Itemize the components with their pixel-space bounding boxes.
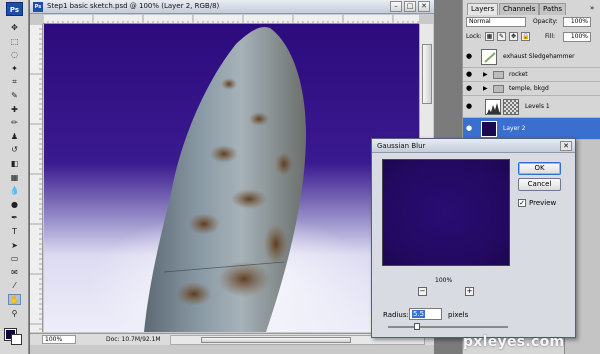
preview-label: Preview — [529, 199, 557, 207]
dodge-tool-icon[interactable]: ● — [8, 199, 21, 210]
ruler-ticks-top — [43, 15, 419, 23]
blur-preview-pane[interactable] — [382, 159, 510, 266]
layer-row[interactable]: ● Layer 2 — [463, 118, 600, 140]
blur-tool-icon[interactable]: 💧 — [8, 185, 21, 196]
document-size-info[interactable]: Doc: 10.7M/92.1M — [106, 336, 161, 343]
group-folder-icon — [493, 71, 504, 79]
minimize-button[interactable]: – — [390, 1, 402, 12]
lock-all-icon[interactable]: 🔒 — [521, 32, 530, 41]
fill-field[interactable]: 100% — [563, 32, 591, 42]
panel-menu-icon[interactable]: » — [590, 4, 594, 12]
radius-value: 5.5 — [412, 310, 426, 318]
zoom-tool-icon[interactable]: ⚲ — [8, 308, 21, 319]
type-tool-icon[interactable]: T — [8, 226, 21, 237]
zoom-out-button[interactable]: − — [418, 287, 427, 296]
radius-unit-label: pixels — [448, 311, 469, 319]
dialog-title: Gaussian Blur — [377, 142, 426, 150]
preview-zoom-level: 100% — [435, 277, 453, 284]
vertical-ruler[interactable] — [30, 24, 43, 332]
crop-tool-icon[interactable]: ⌗ — [8, 76, 21, 87]
radius-input[interactable]: 5.5 — [409, 308, 442, 320]
notes-tool-icon[interactable]: ✉ — [8, 267, 21, 278]
hammer-image — [144, 27, 306, 332]
zoom-in-button[interactable]: + — [465, 287, 474, 296]
radius-slider-track[interactable] — [388, 326, 508, 328]
layer-thumbnail — [481, 49, 497, 65]
expand-triangle-icon[interactable]: ▶ — [483, 85, 488, 92]
layer-name: exhaust Sledgehammer — [503, 53, 575, 60]
close-button[interactable]: ✕ — [418, 1, 430, 12]
zoom-level-field[interactable]: 100% — [42, 335, 76, 344]
gradient-tool-icon[interactable]: ▦ — [8, 172, 21, 183]
cancel-button[interactable]: Cancel — [518, 178, 561, 191]
visibility-eye-icon[interactable]: ● — [466, 53, 475, 60]
ruler-ticks-left — [30, 24, 42, 330]
layer-row[interactable]: ● ▶ temple, bkgd — [463, 82, 600, 96]
layer-name: rocket — [509, 71, 528, 78]
clone-stamp-tool-icon[interactable]: ♟ — [8, 131, 21, 142]
lock-label: Lock: — [466, 33, 482, 40]
visibility-eye-icon[interactable]: ● — [466, 71, 475, 78]
blend-mode-select[interactable]: Normal — [466, 17, 526, 27]
visibility-eye-icon[interactable]: ● — [466, 103, 475, 110]
opacity-field[interactable]: 100% — [563, 17, 591, 27]
shape-tool-icon[interactable]: ▭ — [8, 253, 21, 264]
radius-slider-thumb[interactable] — [413, 323, 420, 330]
fill-label: Fill: — [545, 33, 556, 40]
group-folder-icon — [493, 85, 504, 93]
ok-button[interactable]: OK — [518, 162, 561, 175]
levels-adjustment-icon — [485, 99, 501, 115]
path-selection-tool-icon[interactable]: ➤ — [8, 240, 21, 251]
pen-tool-icon[interactable]: ✒ — [8, 212, 21, 223]
document-title-bar[interactable]: Ps Step1 basic sketch.psd @ 100% (Layer … — [30, 0, 434, 14]
lock-pixels-icon[interactable]: ✎ — [497, 32, 506, 41]
horizontal-ruler[interactable] — [43, 15, 419, 24]
layer-row[interactable]: ● Levels 1 — [463, 96, 600, 118]
radius-label: Radius: — [383, 311, 409, 319]
opacity-label: Opacity: — [533, 18, 558, 25]
background-color-swatch[interactable] — [11, 334, 22, 345]
horizontal-scroll-thumb[interactable] — [201, 337, 351, 343]
tab-paths[interactable]: Paths — [539, 3, 567, 15]
visibility-eye-icon[interactable]: ● — [466, 125, 475, 132]
dialog-title-bar[interactable]: Gaussian Blur ✕ — [372, 139, 575, 153]
layer-row[interactable]: ● exhaust Sledgehammer — [463, 46, 600, 68]
lock-position-icon[interactable]: ✥ — [509, 32, 518, 41]
preview-checkbox[interactable]: ✓ — [518, 199, 526, 207]
eraser-tool-icon[interactable]: ◧ — [8, 158, 21, 169]
layer-name: Levels 1 — [525, 103, 550, 110]
eyedropper-tool-icon[interactable]: ⁄ — [8, 280, 21, 291]
slice-tool-icon[interactable]: ✎ — [8, 90, 21, 101]
tab-channels[interactable]: Channels — [499, 3, 540, 15]
move-tool-icon[interactable]: ✥ — [8, 22, 21, 33]
visibility-eye-icon[interactable]: ● — [466, 85, 475, 92]
expand-triangle-icon[interactable]: ▶ — [483, 71, 488, 78]
toolbox: Ps ✥ ⬚ ◌ ✦ ⌗ ✎ ✚ ✏ ♟ ↺ ◧ ▦ 💧 ● ✒ T ➤ ▭ ✉ ⁄ ✋ ⚲ — [0, 0, 29, 354]
lock-transparency-icon[interactable]: ▦ — [485, 32, 494, 41]
hand-tool-icon[interactable]: ✋ — [8, 294, 21, 305]
dialog-close-button[interactable]: ✕ — [560, 141, 572, 151]
tab-layers[interactable]: Layers — [467, 3, 499, 15]
vertical-scroll-thumb[interactable] — [422, 44, 432, 104]
document-title: Step1 basic sketch.psd @ 100% (Layer 2, … — [47, 2, 220, 10]
layer-name: Layer 2 — [503, 125, 526, 132]
healing-brush-tool-icon[interactable]: ✚ — [8, 104, 21, 115]
layer-name: temple, bkgd — [509, 85, 549, 92]
lasso-tool-icon[interactable]: ◌ — [8, 49, 21, 60]
watermark: pxleyes.com — [463, 334, 565, 350]
maximize-button[interactable]: □ — [404, 1, 416, 12]
layer-mask-thumbnail — [503, 99, 519, 115]
gaussian-blur-dialog: Gaussian Blur ✕ 100% − + OK Cancel ✓ Pre… — [371, 138, 576, 338]
layer-thumbnail — [481, 121, 497, 137]
brush-tool-icon[interactable]: ✏ — [8, 117, 21, 128]
marquee-tool-icon[interactable]: ⬚ — [8, 36, 21, 47]
layer-row[interactable]: ● ▶ rocket — [463, 68, 600, 82]
photoshop-document-icon: Ps — [33, 2, 43, 12]
history-brush-tool-icon[interactable]: ↺ — [8, 144, 21, 155]
photoshop-logo: Ps — [6, 2, 23, 16]
magic-wand-tool-icon[interactable]: ✦ — [8, 63, 21, 74]
image-canvas[interactable] — [44, 24, 419, 332]
